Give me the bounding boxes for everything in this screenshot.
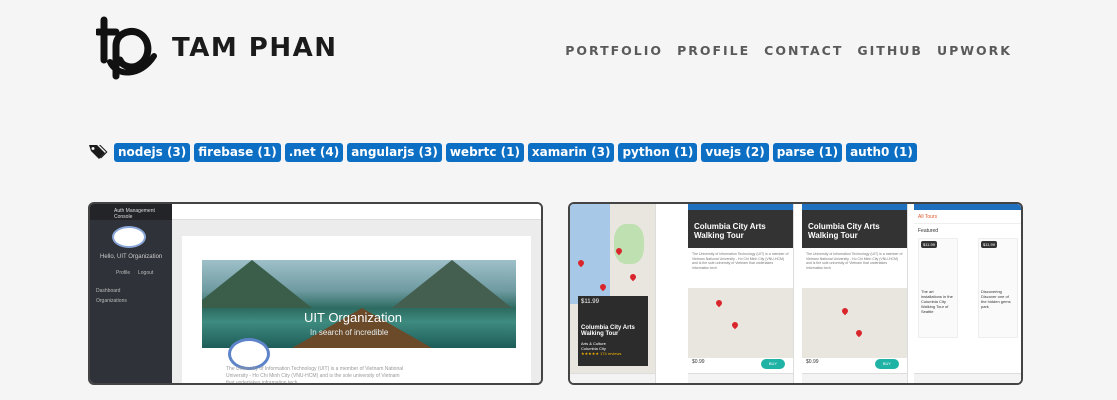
tour-map [688,288,793,358]
tag-python[interactable]: python (1) [618,142,698,162]
tour-description: The University of Information Technology… [806,252,903,270]
featured-label: Featured [918,228,939,234]
tag-nodejs[interactable]: nodejs (3) [114,142,191,162]
tour-header: Columbia City Arts Walking Tour [688,210,793,248]
phone-screen-tour-detail-2: Columbia City Arts Walking Tour The Univ… [802,204,908,383]
tour-card-title: Columbia City Arts Walking Tour [581,325,635,337]
map-pin-icon [628,272,638,282]
tour-title: Columbia City Arts Walking Tour [808,222,880,240]
map-pin-icon [840,306,850,316]
site-header: TAM PHAN PORTFOLIO PROFILE CONTACT GITHU… [0,0,1117,110]
main-nav: PORTFOLIO PROFILE CONTACT GITHUB UPWORK [565,43,1012,58]
lake-boat-photo: UIT Organization In search of incredible [202,260,516,348]
mountain-shape [202,260,312,308]
app-tabbar [570,373,655,383]
tour-header: Columbia City Arts Walking Tour [802,210,907,248]
tour-card-reviews: ★★★★★ 174 reviews [581,351,622,356]
map-pin-icon [854,328,864,338]
tour-title: Columbia City Arts Walking Tour [694,222,766,240]
tour-price: $0.99 [692,359,705,365]
tour-map [802,288,907,358]
tour-description: The University of Information Technology… [692,252,789,270]
org-subtitle: In search of incredible [310,328,389,337]
app-tabbar [688,373,793,383]
tag-angularjs[interactable]: angularjs (3) [347,142,442,162]
nav-contact[interactable]: CONTACT [764,43,843,58]
featured-tour-card: $11.99 Discovering Discover one of the h… [978,238,1018,338]
org-avatar [112,226,146,248]
nav-profile[interactable]: PROFILE [677,43,750,58]
project-card-auth-console[interactable]: Auth Management Console Hello, UIT Organ… [88,202,543,385]
phone-screen-tour-list: All Tours Featured $11.99 The art instal… [914,204,1021,383]
tag-vuejs[interactable]: vuejs (2) [701,142,769,162]
tag-list: nodejs (3) firebase (1) .net (4) angular… [88,142,917,162]
menu-organizations: Organizations [96,298,127,304]
featured-price: $11.99 [981,241,997,248]
console-greeting: Hello, UIT Organization [100,254,163,260]
map-pin-icon [730,320,740,330]
buy-button[interactable]: BUY [875,359,899,369]
tour-price: $0.99 [806,359,819,365]
app-tabbar [914,373,1021,383]
tag-xamarin[interactable]: xamarin (3) [527,142,615,162]
map-pin-icon [714,298,724,308]
all-tours-header: All Tours [914,210,1021,224]
project-card-walking-tour[interactable]: $11.99 Columbia City Arts Walking Tour A… [568,202,1023,385]
tags-icon [89,145,108,159]
featured-tour-card: $11.99 The art installations in the Colu… [918,238,958,338]
tag-firebase[interactable]: firebase (1) [194,142,281,162]
org-description: The University of Information Technology… [226,366,404,385]
profile-link: Profile [116,270,131,276]
console-title: Auth Management Console [114,208,155,220]
site-logo[interactable]: TAM PHAN [96,16,337,80]
nav-github[interactable]: GITHUB [857,43,923,58]
app-tabbar [802,373,907,383]
logout-link: Logout [138,270,154,276]
console-topbar: Auth Management Console [90,204,172,220]
mountain-shape [392,260,512,308]
buy-button[interactable]: BUY [761,359,785,369]
tag-parse[interactable]: parse (1) [772,142,843,162]
brand-name: TAM PHAN [172,33,338,63]
nav-portfolio[interactable]: PORTFOLIO [565,43,663,58]
map-park [614,224,644,264]
console-sidebar: Auth Management Console Hello, UIT Organ… [90,204,172,383]
featured-price: $11.99 [921,241,937,248]
org-title: UIT Organization [304,310,403,325]
featured-caption: The art installations in the Columbia Ci… [921,289,953,314]
phone-screen-tour-detail: Columbia City Arts Walking Tour The Univ… [688,204,794,383]
console-mainbar [172,204,541,220]
tag-webrtc[interactable]: webrtc (1) [445,142,524,162]
phone-screen-map: $11.99 Columbia City Arts Walking Tour A… [570,204,656,383]
tag-auth0[interactable]: auth0 (1) [846,142,917,162]
featured-caption: Discovering Discover one of the hidden g… [981,289,1011,309]
menu-dashboard: Dashboard [96,288,121,294]
tour-card-price: $11.99 [581,299,599,305]
tp-logo-icon [96,16,157,80]
tour-card: $11.99 Columbia City Arts Walking Tour A… [578,296,648,366]
nav-upwork[interactable]: UPWORK [937,43,1012,58]
tag-dotnet[interactable]: .net (4) [284,142,344,162]
